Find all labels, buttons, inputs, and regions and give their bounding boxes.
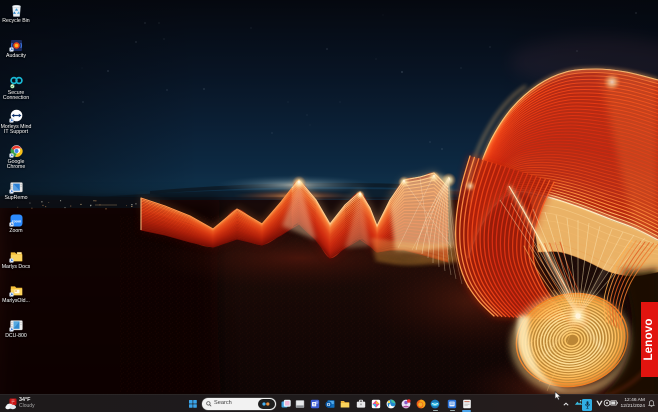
svg-text:O: O (327, 402, 331, 407)
